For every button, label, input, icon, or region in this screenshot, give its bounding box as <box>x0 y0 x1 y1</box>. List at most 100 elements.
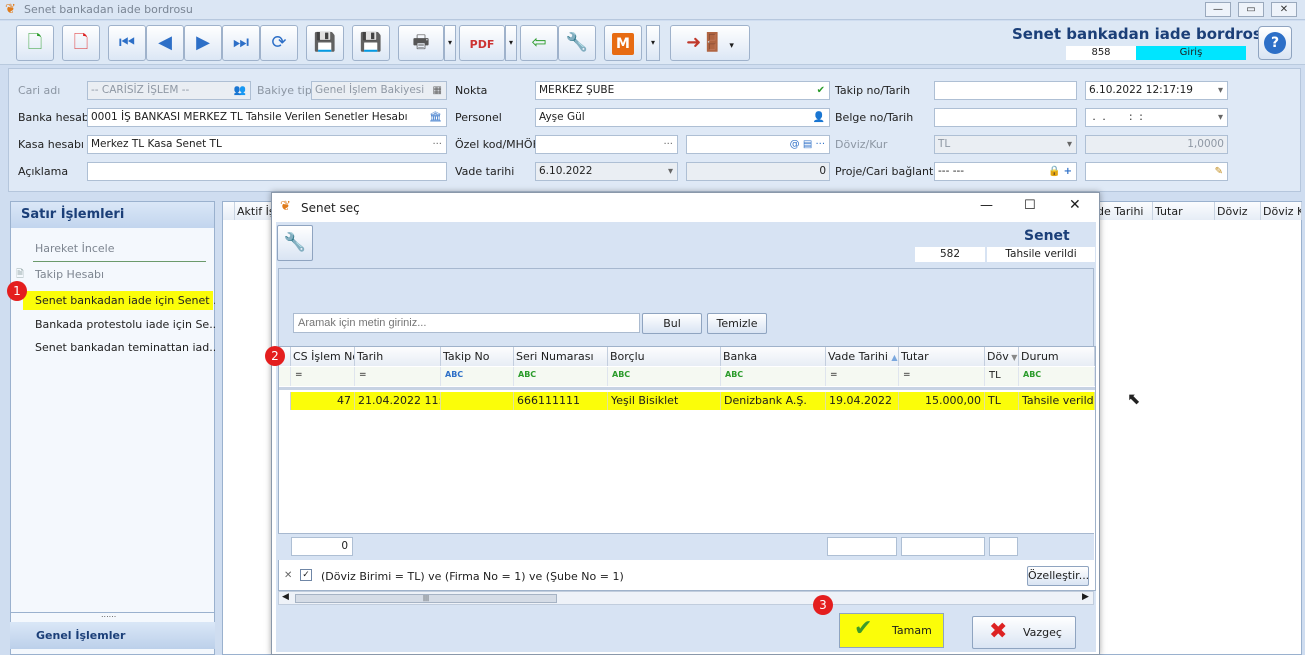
col-vade-tarihi[interactable]: Vade Tarihi ▲ <box>826 347 899 366</box>
belge-no-field[interactable] <box>934 108 1077 127</box>
doviz-field[interactable]: TL ▾ <box>934 135 1077 154</box>
filter-tutar[interactable]: = <box>899 367 985 386</box>
genel-islemler-header[interactable]: Genel İşlemler <box>10 622 215 649</box>
last-record-button[interactable]: ⏭ <box>222 25 260 61</box>
nokta-field[interactable]: MERKEZ ŞUBE ✔ <box>535 81 830 100</box>
vade-tarihi-field[interactable]: 6.10.2022 ▾ <box>535 162 678 181</box>
dialog-close-button[interactable]: ✕ <box>1069 197 1081 213</box>
m-menu-button[interactable]: M <box>604 25 642 61</box>
mhok-field[interactable]: @ ▤ ··· <box>686 135 830 154</box>
proje-field[interactable]: --- --- 🔒 + <box>934 162 1077 181</box>
menu-hareket-incele[interactable]: Hareket İncele <box>35 242 215 255</box>
next-record-button[interactable]: ▶ <box>184 25 222 61</box>
cell-cs-islem-no[interactable]: 47 <box>291 392 355 410</box>
cell-tutar[interactable]: 15.000,00 <box>899 392 985 410</box>
panel-splitter[interactable]: ...... <box>101 610 116 619</box>
horizontal-scrollbar[interactable]: ◀ ||| ▶ <box>278 591 1094 605</box>
col-tarih[interactable]: Tarih <box>355 347 441 366</box>
cell-doviz[interactable]: TL <box>985 392 1019 410</box>
find-button[interactable]: Bul <box>642 313 702 334</box>
maximize-button[interactable]: ▭ <box>1238 2 1264 17</box>
filter-borclu[interactable]: ABC <box>608 367 721 386</box>
menu-senet-teminattan-iade[interactable]: Senet bankadan teminattan iad... <box>35 341 215 354</box>
filter-durum[interactable]: ABC <box>1019 367 1095 386</box>
belge-tarih-field[interactable]: . . : : ▾ <box>1085 108 1228 127</box>
scroll-left-icon[interactable]: ◀ <box>282 592 289 602</box>
col-seri-numarasi[interactable]: Seri Numarası <box>514 347 608 366</box>
dialog-maximize-button[interactable]: ☐ <box>1024 198 1036 213</box>
scrollbar-thumb[interactable]: ||| <box>295 594 557 603</box>
filter-seri-numarasi[interactable]: ABC <box>514 367 608 386</box>
import-button[interactable]: ⇦ <box>520 25 558 61</box>
clear-button[interactable]: Temizle <box>707 313 767 334</box>
col-borclu[interactable]: Borçlu <box>608 347 721 366</box>
filter-enabled-checkbox[interactable]: ✓ <box>300 569 312 581</box>
grid-header-doviz-kur[interactable]: Döviz Ku <box>1261 202 1302 220</box>
col-doviz[interactable]: Döv ▼ <box>985 347 1019 366</box>
grid-header-vade-tarihi[interactable]: de Tarihi <box>1095 202 1153 220</box>
pdf-dropdown[interactable]: ▾ <box>505 25 517 61</box>
ozel-kod-field[interactable]: ··· <box>535 135 678 154</box>
menu-bankada-protestolu-iade[interactable]: Bankada protestolu iade için Se... <box>35 318 215 331</box>
exit-button[interactable]: ➜🚪 ▾ <box>670 25 750 61</box>
takip-no-field[interactable] <box>934 81 1077 100</box>
close-window-button[interactable]: ✕ <box>1271 2 1297 17</box>
search-input[interactable] <box>293 313 640 333</box>
aciklama-field[interactable] <box>87 162 447 181</box>
row-indicator[interactable] <box>279 392 291 410</box>
help-button[interactable]: ? <box>1258 26 1292 60</box>
filter-banka[interactable]: ABC <box>721 367 826 386</box>
cari-adi-field[interactable]: -- CARİSİZ İŞLEM -- 👥 <box>87 81 251 100</box>
cell-vade-tarihi[interactable]: 19.04.2022 <box>826 392 899 410</box>
grid-header-doviz[interactable]: Döviz <box>1215 202 1261 220</box>
first-record-button[interactable]: ⏮ <box>108 25 146 61</box>
col-banka[interactable]: Banka <box>721 347 826 366</box>
filter-doviz[interactable]: TL <box>985 367 1019 386</box>
cell-takip-no[interactable] <box>441 392 514 410</box>
vade-gun-field[interactable]: 0 <box>686 162 830 181</box>
col-cs-islem-no[interactable]: CS İşlem No <box>291 347 355 366</box>
cell-banka[interactable]: Denizbank A.Ş. <box>721 392 826 410</box>
ok-button[interactable]: ✔ Tamam <box>839 613 944 648</box>
col-durum[interactable]: Durum <box>1019 347 1095 366</box>
cell-seri-numarasi[interactable]: 666111111 <box>514 392 608 410</box>
m-menu-dropdown[interactable]: ▾ <box>646 25 660 61</box>
new-document-button[interactable]: 🗋 <box>16 25 54 61</box>
menu-senet-bankadan-iade[interactable]: Senet bankadan iade için Senet ... <box>35 294 215 307</box>
cancel-button[interactable]: ✖ Vazgeç <box>972 616 1076 649</box>
dialog-settings-button[interactable]: 🔧 <box>277 225 313 261</box>
menu-takip-hesabi[interactable]: Takip Hesabı <box>35 268 215 281</box>
settings-button[interactable]: 🔧 <box>558 25 596 61</box>
filter-cs-islem-no[interactable]: = <box>291 367 355 386</box>
print-dropdown[interactable]: ▾ <box>444 25 456 61</box>
banka-hesabi-field[interactable]: 0001 İŞ BANKASI MERKEZ TL Tahsile Verile… <box>87 108 447 127</box>
save-button[interactable]: 💾 <box>306 25 344 61</box>
refresh-button[interactable]: ⟳ <box>260 25 298 61</box>
takip-tarih-field[interactable]: 6.10.2022 12:17:19 ▾ <box>1085 81 1228 100</box>
kur-field[interactable]: 1,0000 <box>1085 135 1228 154</box>
save-cancel-button[interactable]: 💾 <box>352 25 390 61</box>
pdf-export-button[interactable]: PDF <box>459 25 505 61</box>
cari-baglanti-field[interactable]: ✎ <box>1085 162 1228 181</box>
personel-field[interactable]: Ayşe Gül 👤 <box>535 108 830 127</box>
col-takip-no[interactable]: Takip No <box>441 347 514 366</box>
cell-tarih[interactable]: 21.04.2022 11:0 <box>355 392 441 410</box>
dialog-minimize-button[interactable]: — <box>980 198 993 213</box>
scroll-right-icon[interactable]: ▶ <box>1082 592 1089 602</box>
clear-filter-icon[interactable]: ✕ <box>284 570 292 581</box>
minimize-button[interactable]: — <box>1205 2 1231 17</box>
previous-record-button[interactable]: ◀ <box>146 25 184 61</box>
grid-header-tutar[interactable]: Tutar <box>1153 202 1215 220</box>
filter-tarih[interactable]: = <box>355 367 441 386</box>
cell-borclu[interactable]: Yeşil Bisiklet <box>608 392 721 410</box>
customize-button[interactable]: Özelleştir... <box>1027 566 1089 586</box>
col-tutar[interactable]: Tutar <box>899 347 985 366</box>
filter-text[interactable]: (Döviz Birimi = TL) ve (Firma No = 1) ve… <box>321 570 624 583</box>
kasa-hesabi-field[interactable]: Merkez TL Kasa Senet TL ··· <box>87 135 447 154</box>
grid-header-aktif[interactable]: Aktif İşl <box>235 202 275 220</box>
filter-vade-tarihi[interactable]: = <box>826 367 899 386</box>
filter-takip-no[interactable]: ABC <box>441 367 514 386</box>
bakiye-tipi-field[interactable]: Genel İşlem Bakiyesi ▦ <box>311 81 447 100</box>
delete-document-button[interactable]: 🗋 <box>62 25 100 61</box>
print-button[interactable]: 🖶 <box>398 25 444 61</box>
